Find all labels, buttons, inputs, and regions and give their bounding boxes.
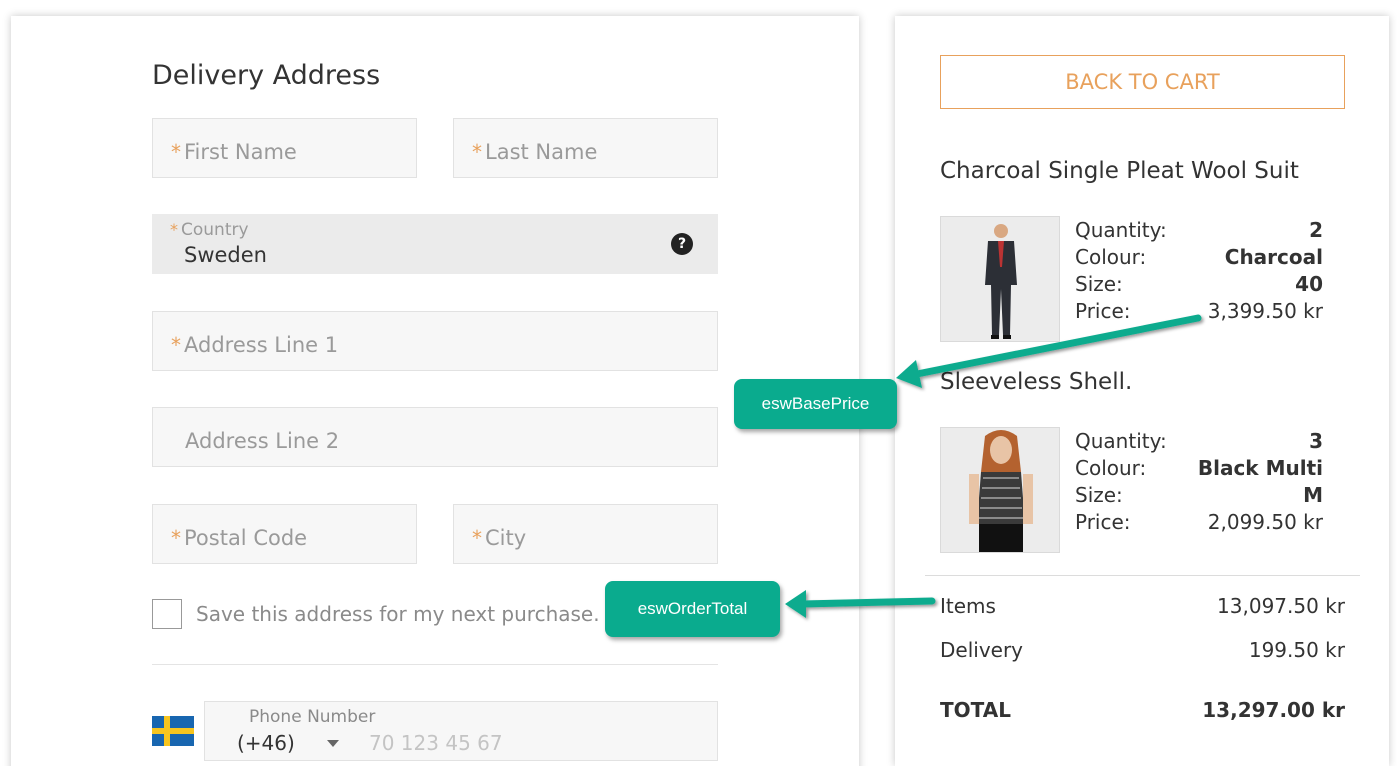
save-address-label: Save this address for my next purchase. [196,602,600,626]
country-value: Sweden [184,243,267,267]
summary-divider [925,575,1360,576]
postal-code-field[interactable]: * Postal Code [152,504,417,564]
required-mark: * [171,333,181,357]
sweden-flag-icon [152,716,194,746]
size-label: Size: [1075,483,1123,507]
size-value: 40 [1295,272,1323,296]
delivery-label: Delivery [940,638,1024,662]
price-value: 3,399.50 kr [1207,299,1323,323]
help-icon[interactable]: ? [671,233,693,255]
last-name-field[interactable]: * Last Name [453,118,718,178]
city-placeholder: City [485,526,527,550]
back-to-cart-button[interactable]: BACK TO CART [940,55,1345,109]
country-select[interactable]: * Country Sweden ? [152,214,718,274]
first-name-placeholder: First Name [184,140,297,164]
esw-base-price-callout: eswBasePrice [734,379,897,429]
delivery-value: 199.50 kr [1248,638,1345,662]
address-line-1-placeholder: Address Line 1 [184,333,339,357]
city-field[interactable]: * City [453,504,718,564]
phone-number-field[interactable]: Phone Number (+46) 70 123 45 67 [204,701,718,761]
required-mark: * [170,220,178,239]
product-image-shell[interactable] [940,427,1060,553]
total-label: TOTAL [940,698,1011,722]
shell-image-icon [969,430,1033,552]
phone-number-label: Phone Number [249,707,376,727]
required-mark: * [171,140,181,164]
size-label: Size: [1075,272,1123,296]
address-line-1-field[interactable]: * Address Line 1 [152,311,718,371]
quantity-value: 2 [1309,218,1323,242]
chevron-down-icon[interactable] [327,740,339,747]
price-value: 2,099.50 kr [1207,510,1323,534]
product-name: Charcoal Single Pleat Wool Suit [940,158,1299,184]
country-label: Country [181,220,249,240]
colour-value: Black Multi [1197,456,1323,480]
required-mark: * [472,140,482,164]
colour-label: Colour: [1075,245,1147,269]
delivery-address-panel [11,16,859,766]
price-label: Price: [1075,510,1131,534]
quantity-label: Quantity: [1075,429,1167,453]
country-code-select[interactable]: (+46) [237,731,295,755]
divider [152,664,718,665]
items-label: Items [940,594,996,618]
phone-number-placeholder: 70 123 45 67 [369,731,503,755]
suit-image-icon [985,224,1017,339]
product-image-suit[interactable] [940,216,1060,342]
size-value: M [1303,483,1323,507]
required-mark: * [472,526,482,550]
product-name: Sleeveless Shell. [940,369,1133,395]
quantity-value: 3 [1309,429,1323,453]
first-name-field[interactable]: * First Name [152,118,417,178]
postal-code-placeholder: Postal Code [184,526,308,550]
address-line-2-field[interactable]: Address Line 2 [152,407,718,467]
esw-order-total-callout: eswOrderTotal [605,581,780,637]
quantity-label: Quantity: [1075,218,1167,242]
colour-label: Colour: [1075,456,1147,480]
address-line-2-placeholder: Address Line 2 [185,429,340,453]
colour-value: Charcoal [1224,245,1323,269]
total-value: 13,297.00 kr [1202,698,1345,722]
items-value: 13,097.50 kr [1217,594,1345,618]
last-name-placeholder: Last Name [485,140,598,164]
price-label: Price: [1075,299,1131,323]
required-mark: * [171,526,181,550]
save-address-checkbox[interactable] [152,599,182,629]
page-title: Delivery Address [152,60,381,91]
